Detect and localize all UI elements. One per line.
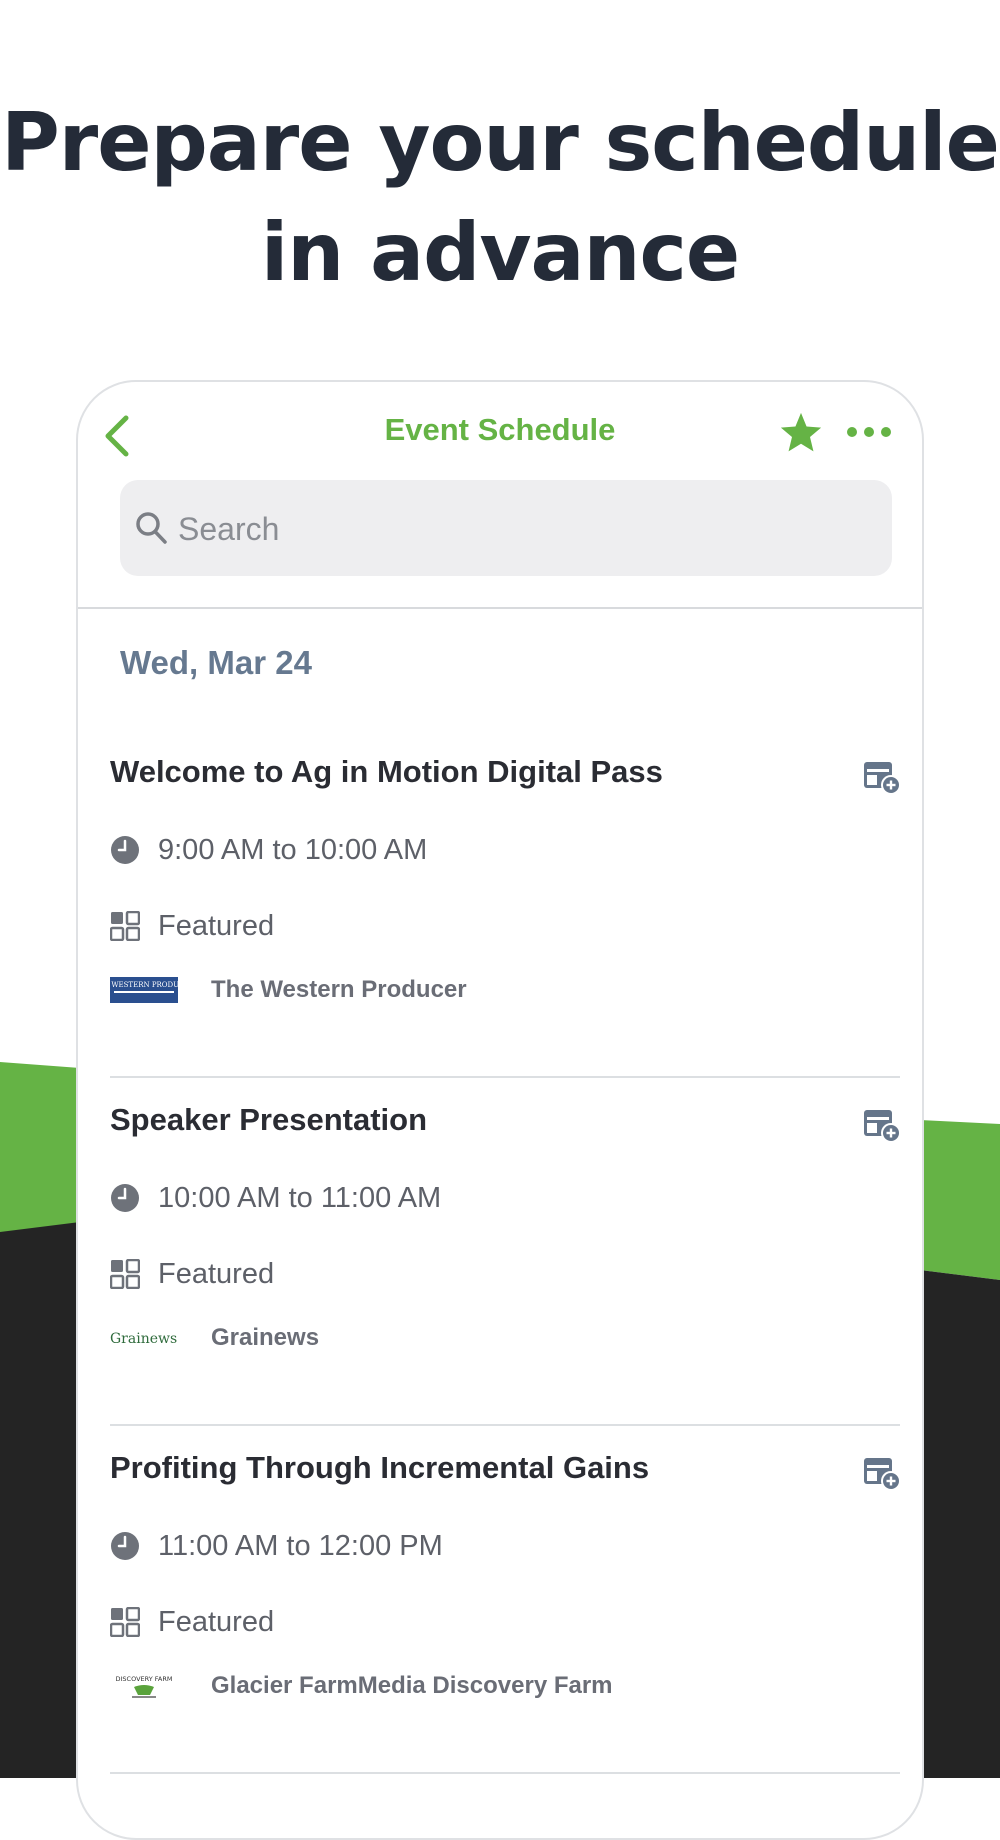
phone-frame: Event Schedule Wed, Mar 24 Welcome to Ag… [76,380,924,1840]
event-time: 11:00 AM to 12:00 PM [158,1529,443,1562]
date-heading: Wed, Mar 24 [120,644,312,681]
event-sponsor[interactable]: THE WESTERN PRODUCER The Western Produce… [110,972,467,1008]
category-icon [110,1259,140,1289]
event-category-row: Featured [110,1254,274,1294]
green-band-left [0,1062,80,1232]
search-bar[interactable] [120,480,892,576]
add-to-calendar-icon[interactable] [862,1106,902,1144]
clock-icon [111,1532,139,1560]
nav-bar: Event Schedule [78,382,922,472]
event-title[interactable]: Profiting Through Incremental Gains [110,1450,649,1486]
event-time: 9:00 AM to 10:00 AM [158,833,428,866]
logo-text: Grainews [110,1331,177,1347]
event-time: 10:00 AM to 11:00 AM [158,1181,442,1214]
event-time-row: 10:00 AM to 11:00 AM [110,1178,441,1218]
headline: Prepare your schedule in advance [1,96,1000,299]
discovery-farm-logo: DISCOVERY FARM [116,1675,173,1698]
category-icon [110,1607,140,1637]
event-item[interactable]: Welcome to Ag in Motion Digital Pass 9:0… [110,730,902,1078]
logo-text: DISCOVERY FARM [116,1675,173,1683]
event-category: Featured [158,1257,275,1290]
event-category-row: Featured [110,906,274,946]
event-time-row: 11:00 AM to 12:00 PM [110,1526,443,1566]
sponsor-name[interactable]: Glacier FarmMedia Discovery Farm [211,1672,613,1700]
event-divider [110,1772,900,1774]
search-input[interactable] [176,504,860,554]
category-icon [110,911,140,941]
event-item[interactable]: Profiting Through Incremental Gains 11:0… [110,1426,902,1774]
dark-band-right [920,1270,1000,1778]
event-title[interactable]: Welcome to Ag in Motion Digital Pass [110,754,663,790]
logo-text: THE WESTERN PRODUCER [110,981,178,989]
search-icon [136,512,167,544]
dark-band-left [0,1222,80,1778]
sponsor-name[interactable]: The Western Producer [211,976,467,1004]
event-category: Featured [158,909,275,942]
add-to-calendar-icon[interactable] [862,758,902,796]
add-to-calendar-icon[interactable] [862,1454,902,1492]
sponsor-name[interactable]: Grainews [211,1324,319,1352]
event-time-row: 9:00 AM to 10:00 AM [110,830,427,870]
clock-icon [111,836,139,864]
event-sponsor[interactable]: Grainews Grainews [110,1320,319,1356]
event-item[interactable]: Speaker Presentation 10:00 AM to 11:00 A… [110,1078,902,1426]
event-category-row: Featured [110,1602,274,1642]
green-band-right [920,1120,1000,1280]
header-divider [78,607,922,609]
western-producer-logo: THE WESTERN PRODUCER [110,977,178,1003]
more-dots-icon[interactable] [846,424,892,440]
event-category: Featured [158,1605,275,1638]
event-title[interactable]: Speaker Presentation [110,1102,427,1138]
clock-icon [111,1184,139,1212]
event-sponsor[interactable]: DISCOVERY FARM Glacier FarmMedia Discove… [110,1668,613,1704]
grainews-logo: Grainews [110,1331,177,1347]
star-icon[interactable] [778,410,824,456]
